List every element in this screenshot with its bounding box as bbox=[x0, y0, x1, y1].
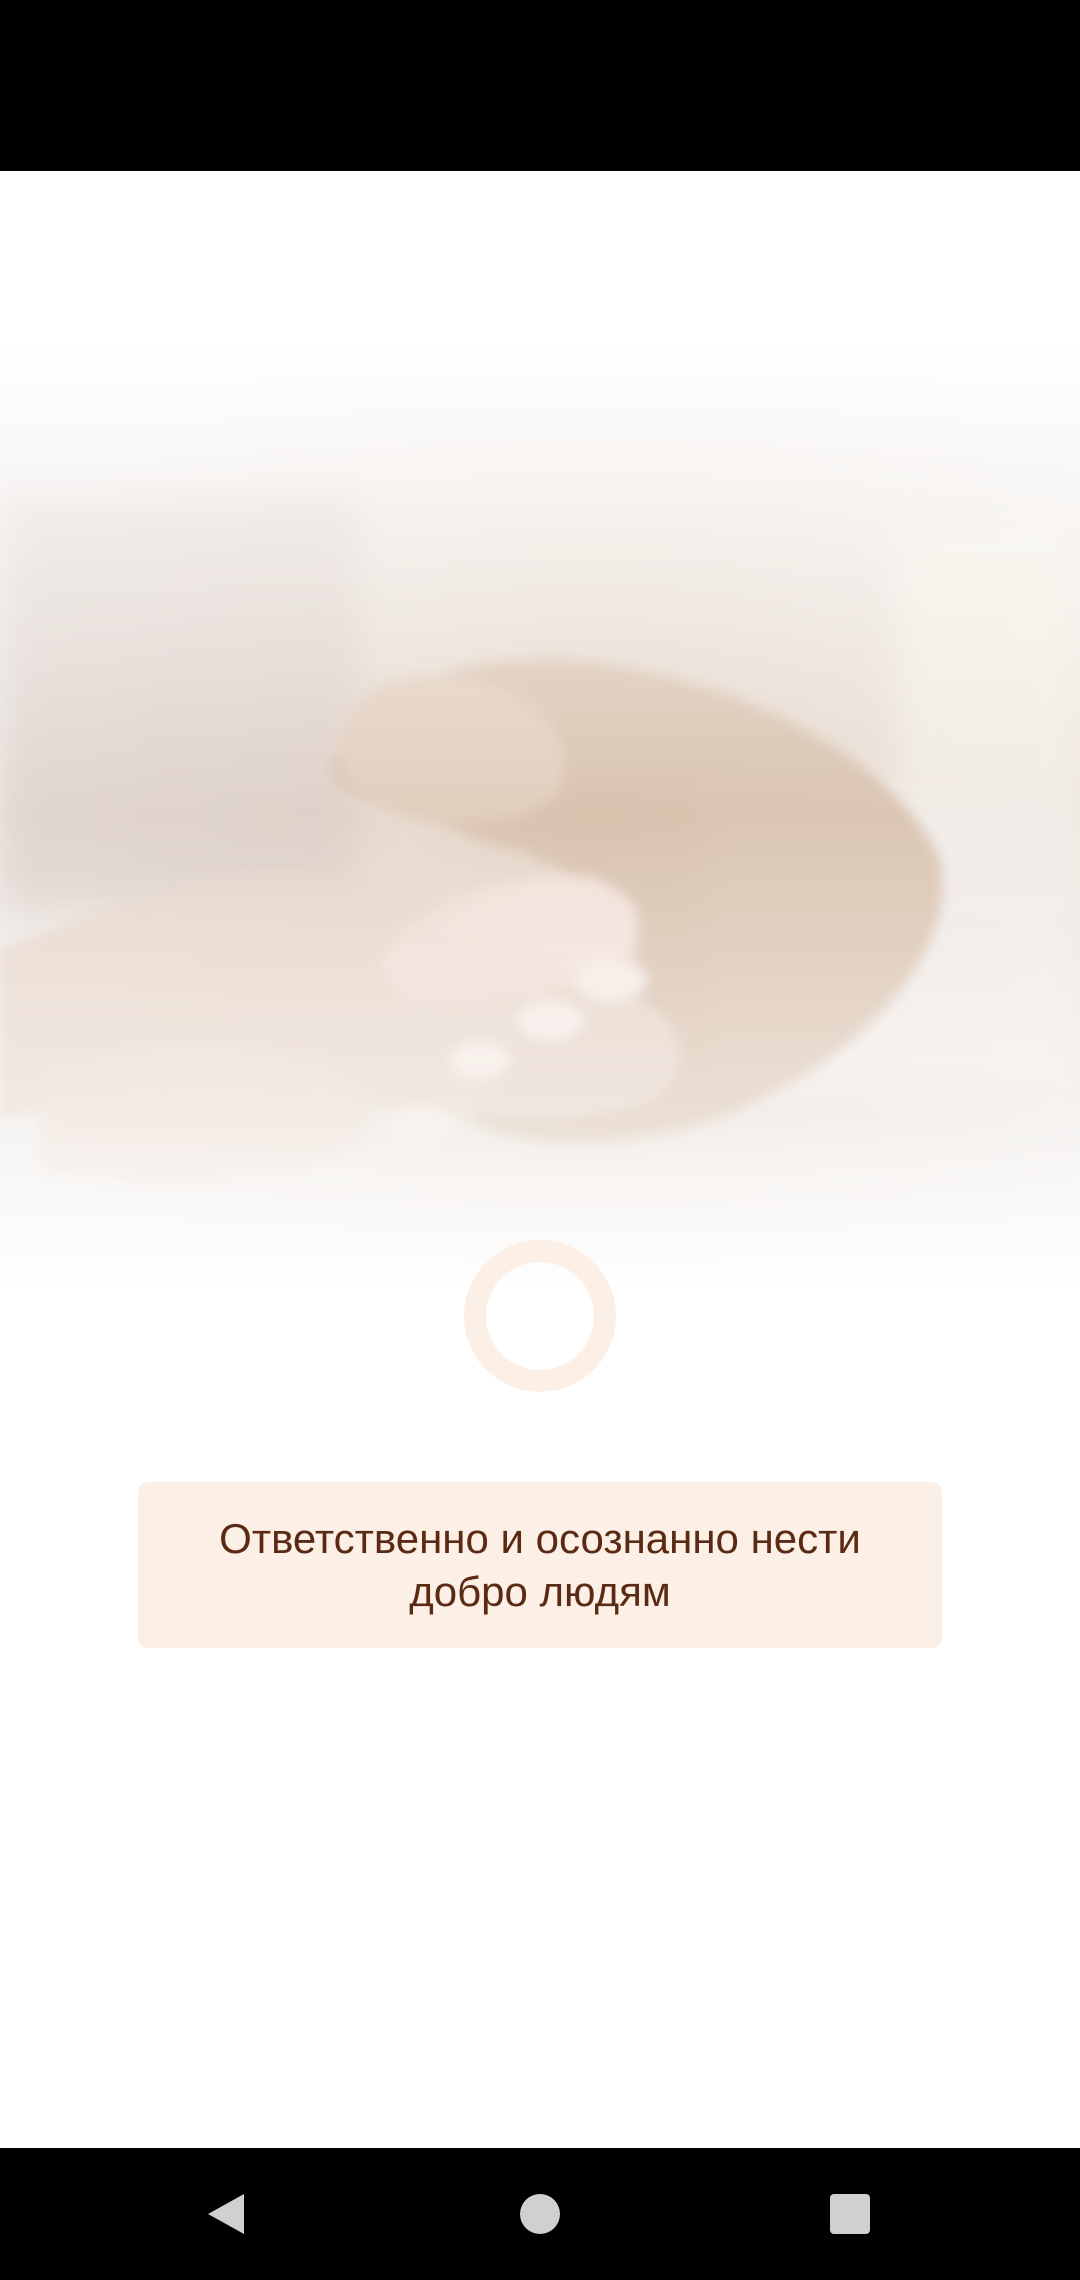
holding-hands-image bbox=[0, 340, 1080, 1290]
home-button[interactable] bbox=[500, 2174, 580, 2254]
tagline-card: Ответственно и осознанно нести добро люд… bbox=[138, 1482, 942, 1648]
recents-button[interactable] bbox=[810, 2174, 890, 2254]
back-button[interactable] bbox=[186, 2174, 266, 2254]
hero-image bbox=[0, 340, 1080, 1290]
home-circle-icon bbox=[520, 2194, 560, 2234]
back-triangle-icon bbox=[208, 2194, 244, 2234]
navigation-bar bbox=[0, 2148, 1080, 2280]
loading-spinner-icon bbox=[464, 1240, 616, 1392]
status-bar bbox=[0, 0, 1080, 171]
tagline-text: Ответственно и осознанно нести добро люд… bbox=[219, 1515, 861, 1615]
recents-square-icon bbox=[830, 2194, 870, 2234]
